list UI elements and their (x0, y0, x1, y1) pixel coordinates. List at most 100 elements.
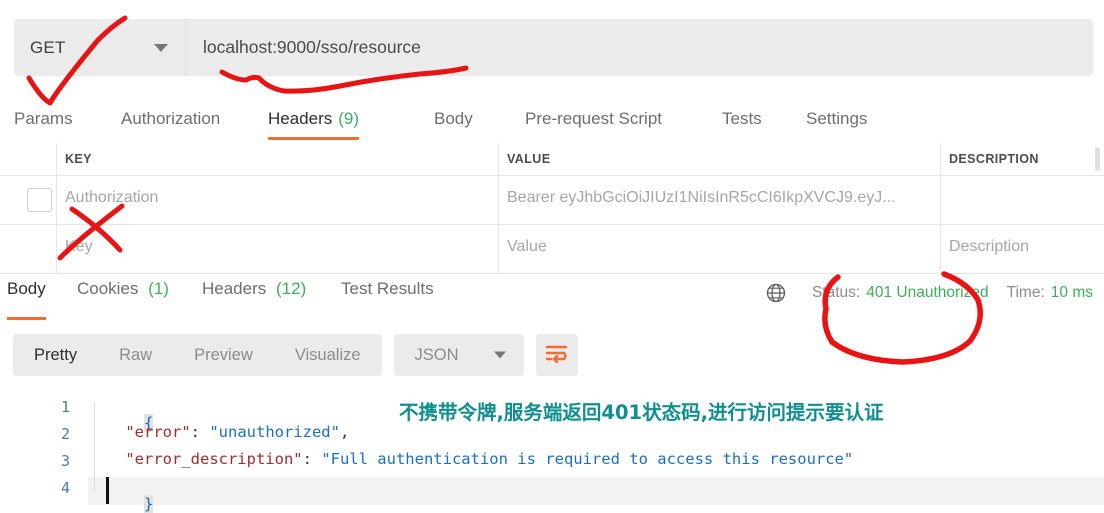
word-wrap-button[interactable] (535, 334, 578, 376)
format-tab-pretty[interactable]: Pretty (13, 346, 98, 365)
table-row[interactable]: Authorization Bearer eyJhbGciOiJIUzI1NiI… (0, 176, 1104, 224)
header-cell-key: KEY (56, 143, 498, 175)
line-number: 3 (60, 452, 70, 470)
format-tab-group: Pretty Raw Preview Visualize (13, 334, 382, 376)
tab-label: Cookies (77, 279, 139, 298)
json-key: "error_description" (125, 450, 303, 468)
tab-underline (7, 317, 46, 320)
format-tab-raw[interactable]: Raw (98, 346, 173, 365)
table-header-row: KEY VALUE DESCRIPTION (0, 143, 1104, 175)
column-title: VALUE (507, 152, 551, 166)
json-key: "error" (125, 423, 191, 441)
http-method-label: GET (30, 37, 66, 57)
row-checkbox-cell (0, 176, 56, 224)
tab-label: Body (434, 109, 473, 128)
column-divider (498, 225, 499, 273)
column-divider (498, 143, 499, 175)
headers-table: KEY VALUE DESCRIPTION Authorization Bear… (0, 143, 1104, 274)
time-value: 10 ms (1050, 284, 1093, 301)
header-cell-description: DESCRIPTION (940, 143, 1104, 175)
time-label: Time: (1006, 284, 1045, 301)
tab-count: (9) (338, 109, 360, 128)
value-input-text: Bearer eyJhbGciOiJIUzI1NiIsInR5cCI6IkpXV… (507, 189, 896, 206)
tab-params[interactable]: Params (14, 102, 73, 143)
tab-headers[interactable]: Headers (9) (268, 102, 360, 143)
line-number-gutter: 1 2 3 4 (0, 388, 88, 513)
code-line-2: "error": "unauthorized", (88, 423, 349, 441)
row-checkbox[interactable] (27, 188, 52, 212)
format-tab-preview[interactable]: Preview (173, 346, 274, 365)
row-checkbox-cell (0, 225, 56, 273)
row-value-cell[interactable]: Bearer eyJhbGciOiJIUzI1NiIsInR5cCI6IkpXV… (498, 176, 940, 224)
active-line-highlight (88, 477, 1104, 505)
column-title: DESCRIPTION (949, 152, 1039, 166)
chevron-down-icon (154, 43, 168, 52)
postman-window: GET localhost:9000/sso/resource Params A… (0, 0, 1104, 513)
response-status-area: Status: 401 Unauthorized Time: 10 ms (766, 283, 1093, 303)
status-value[interactable]: 401 Unauthorized (866, 284, 988, 302)
column-divider (940, 143, 941, 175)
description-input-placeholder: Description (949, 238, 1030, 255)
row-value-cell[interactable]: Value (498, 225, 940, 273)
response-format-toolbar: Pretty Raw Preview Visualize JSON (13, 334, 578, 376)
tab-label: Tests (722, 109, 762, 128)
line-number: 2 (60, 425, 70, 443)
tab-label: Body (7, 279, 46, 298)
column-title: KEY (65, 152, 92, 166)
horizontal-scrollbar-thumb[interactable] (1095, 147, 1100, 171)
code-line-3: "error_description": "Full authenticatio… (88, 450, 853, 468)
language-label: JSON (414, 345, 459, 364)
json-colon: : (190, 423, 210, 441)
response-language-selector[interactable]: JSON (393, 334, 524, 376)
response-tab-test-results[interactable]: Test Results (341, 279, 434, 316)
table-row-divider (0, 273, 1104, 274)
chinese-annotation-note: 不携带令牌,服务端返回401状态码,进行访问提示要认证 (399, 401, 884, 424)
format-tab-visualize[interactable]: Visualize (274, 346, 382, 365)
tab-label: Test Results (341, 279, 434, 298)
line-number: 1 (60, 398, 70, 416)
tab-settings[interactable]: Settings (806, 102, 867, 143)
row-description-cell[interactable]: Description (940, 225, 1104, 273)
response-tab-cookies[interactable]: Cookies (1) (77, 279, 169, 316)
column-divider (56, 143, 57, 175)
value-input-placeholder: Value (507, 238, 547, 255)
tab-tests[interactable]: Tests (722, 102, 762, 143)
tab-label: Settings (806, 109, 868, 128)
word-wrap-icon (545, 343, 569, 368)
json-colon: : (302, 450, 322, 468)
request-url-input[interactable]: localhost:9000/sso/resource (186, 19, 1093, 76)
code-line-4: } (88, 477, 154, 513)
column-divider (498, 176, 499, 224)
column-divider (56, 225, 57, 273)
table-row[interactable]: Key Value Description (0, 225, 1104, 273)
line-number: 4 (60, 479, 70, 497)
tab-count: (12) (276, 279, 307, 298)
header-cell-spacer (0, 143, 56, 175)
response-tab-body[interactable]: Body (7, 279, 46, 320)
tab-label: Authorization (121, 109, 221, 128)
key-input-placeholder: Key (65, 238, 93, 255)
json-value: "unauthorized" (209, 423, 340, 441)
response-tab-headers[interactable]: Headers (12) (202, 279, 306, 316)
tab-authorization[interactable]: Authorization (121, 102, 220, 143)
row-key-cell[interactable]: Authorization (56, 176, 498, 224)
json-comma: , (339, 423, 350, 441)
tab-label: Pre-request Script (525, 109, 662, 128)
tab-underline (268, 137, 360, 140)
column-divider (940, 176, 941, 224)
request-url-row: GET localhost:9000/sso/resource (14, 19, 1093, 76)
column-divider (56, 176, 57, 224)
row-description-cell[interactable] (940, 176, 1104, 224)
request-url-text: localhost:9000/sso/resource (203, 37, 421, 57)
tab-label: Params (14, 109, 73, 128)
column-divider (940, 225, 941, 273)
key-input-text: Authorization (65, 189, 159, 206)
json-close-brace: } (144, 495, 154, 513)
globe-icon[interactable] (766, 283, 786, 303)
http-method-selector[interactable]: GET (14, 19, 185, 76)
row-key-cell[interactable]: Key (56, 225, 498, 273)
tab-body[interactable]: Body (434, 102, 473, 143)
tab-pre-request-script[interactable]: Pre-request Script (525, 102, 662, 143)
request-tabs: Params Authorization Headers (9) Body Pr… (0, 102, 1104, 143)
